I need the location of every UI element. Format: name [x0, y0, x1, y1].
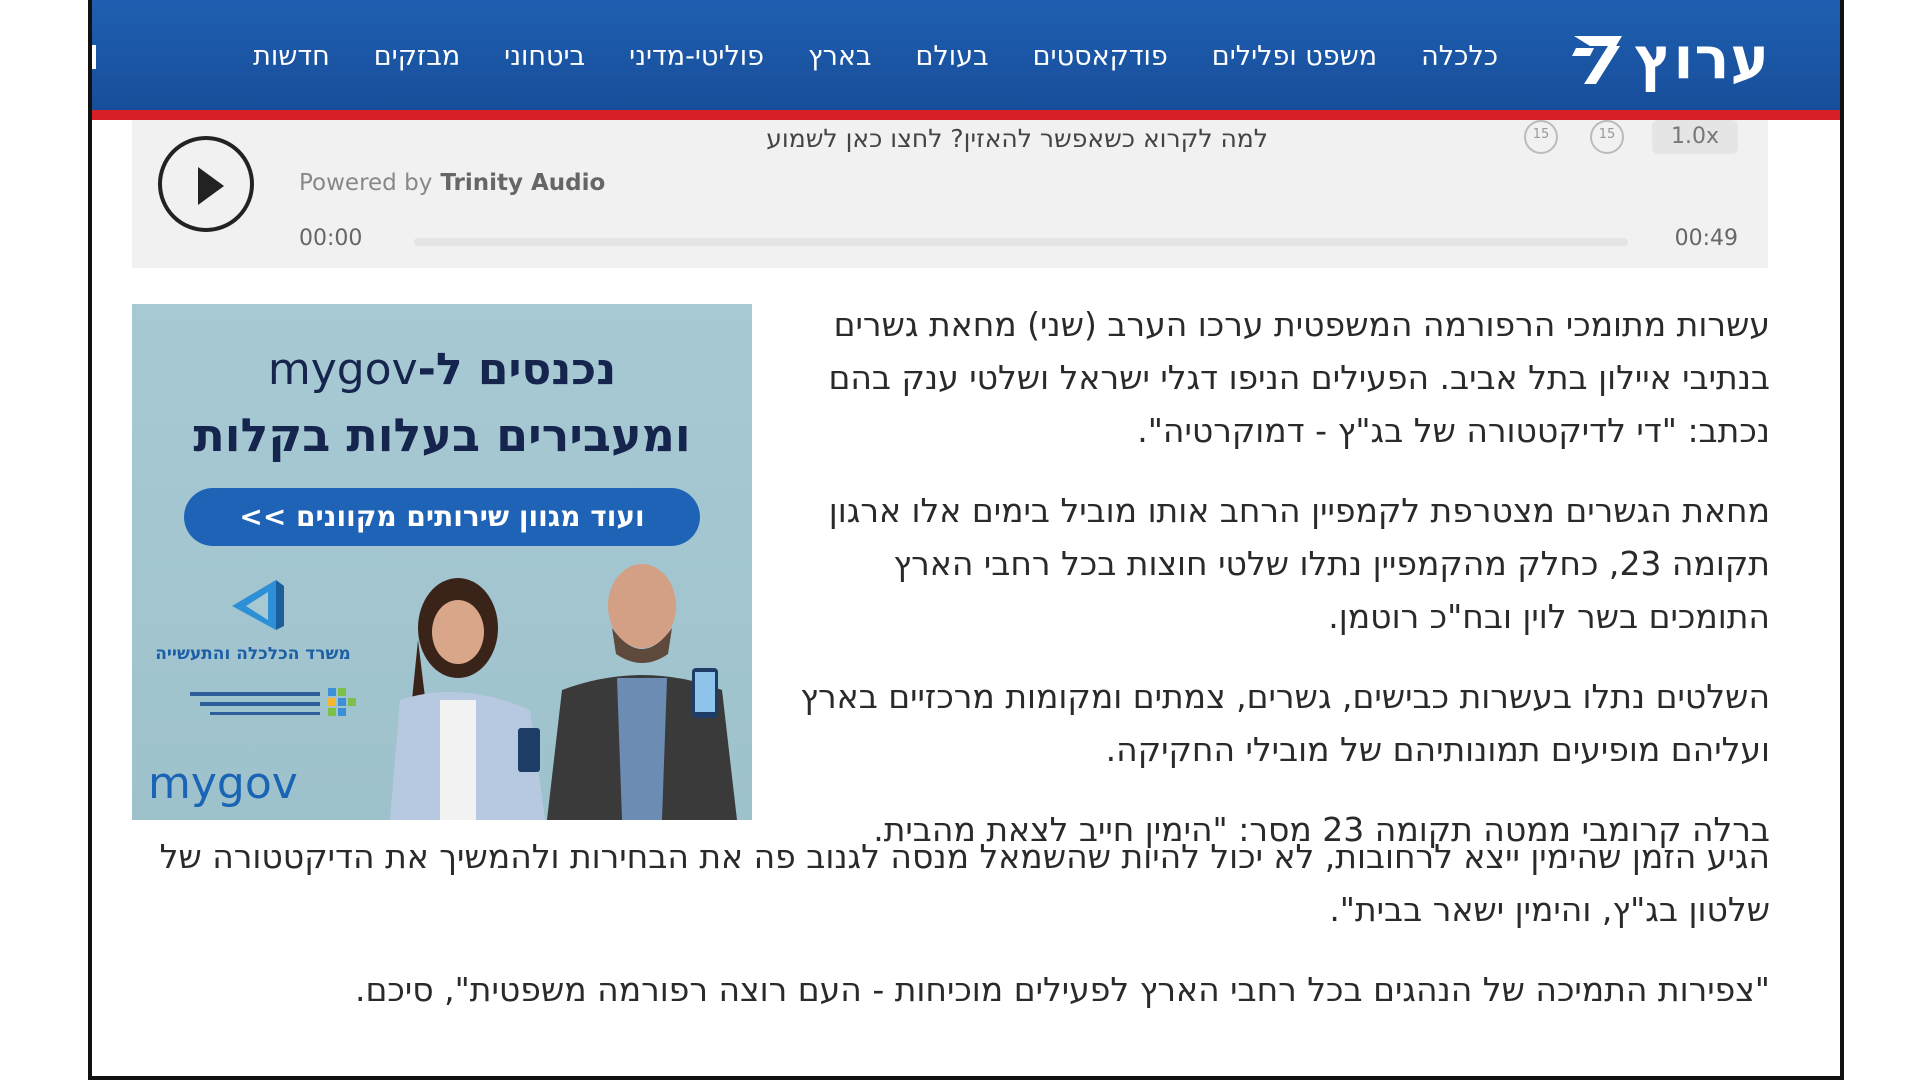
nav-item-law-crime[interactable]: משפט ופלילים [1212, 41, 1377, 72]
article-paragraph: מחאת הגשרים מצטרפת לקמפיין הרחב אותו מוב… [828, 491, 1770, 636]
site-logo[interactable]: ערוץ [1564, 18, 1770, 98]
ad-person-woman [390, 578, 545, 820]
nav-item-politics[interactable]: פוליטי-מדיני [629, 41, 764, 72]
site-header: ערוץ חדשות מבזקים ביטחוני פוליטי-מדיני ב… [92, 0, 1840, 120]
logo-text: ערוץ [1634, 24, 1770, 92]
playback-speed-button[interactable]: 1.0x [1652, 120, 1738, 154]
nav-item-flashes[interactable]: מבזקים [374, 41, 460, 72]
nav-item-security[interactable]: ביטחוני [504, 41, 585, 72]
article-paragraph: השלטים נתלו בעשרות כבישים, גשרים, צמתים … [800, 677, 1770, 769]
ad-headline-1: נכנסים ל-mygov [132, 344, 752, 395]
duration: 00:49 [1674, 226, 1738, 251]
ad-person-man [547, 564, 737, 820]
nav-item-world[interactable]: בעולם [915, 41, 988, 72]
ad-ministry-name: משרד הכלכלה והתעשייה [155, 644, 351, 664]
article-paragraph: "צפירות התמיכה של הנהגים בכל רחבי הארץ ל… [355, 970, 1770, 1009]
ministry-logo-icon [232, 580, 284, 630]
browser-frame: ערוץ חדשות מבזקים ביטחוני פוליטי-מדיני ב… [88, 0, 1844, 1080]
article-paragraph: הגיע הזמן שהימין ייצא לרחובות, לא יכול ל… [159, 837, 1770, 929]
nav-item-local[interactable]: בארץ [808, 41, 871, 72]
powered-by-label: Powered by [299, 170, 433, 196]
ad-cta-button[interactable]: ועוד מגוון שירותים מקוונים >> [184, 488, 700, 546]
provider-name[interactable]: Trinity Audio [440, 170, 605, 196]
powered-by: Powered by Trinity Audio [299, 170, 605, 196]
main-nav: חדשות מבזקים ביטחוני פוליטי-מדיני בארץ ב… [253, 26, 1498, 86]
article-paragraph: עשרות מתומכי הרפורמה המשפטית ערכו הערב (… [828, 305, 1770, 450]
play-icon[interactable] [158, 136, 254, 232]
nav-overflow-edge [92, 45, 96, 69]
digital-agency-logo-icon [190, 688, 356, 716]
audio-cta[interactable]: למה לקרוא כשאפשר להאזין? לחצו כאן לשמוע [766, 124, 1268, 153]
forward-icon[interactable]: 15 [1590, 120, 1624, 154]
rewind-icon[interactable]: 15 [1524, 120, 1558, 154]
article-body-continued: הגיע הזמן שהימין ייצא לרחובות, לא יכול ל… [130, 830, 1770, 1043]
ad-headline-2: ומעבירים בעלות בקלות [193, 408, 691, 462]
ad-headline-text: נכנסים ל- [417, 344, 617, 395]
advertisement-banner[interactable]: נכנסים ל-mygov ומעבירים בעלות בקלות ועוד… [132, 304, 752, 820]
nav-item-economy[interactable]: כלכלה [1421, 41, 1498, 72]
article-body: עשרות מתומכי הרפורמה המשפטית ערכו הערב (… [790, 298, 1770, 856]
audio-progress-track[interactable] [414, 238, 1628, 246]
ad-brand-footer: mygov [148, 758, 298, 809]
ad-headline-brand: mygov [267, 344, 418, 395]
channel-14-logo-icon [1572, 36, 1623, 84]
nav-item-news[interactable]: חדשות [253, 41, 330, 72]
current-time: 00:00 [299, 226, 363, 251]
audio-player: למה לקרוא כשאפשר להאזין? לחצו כאן לשמוע … [132, 120, 1768, 268]
nav-item-podcasts[interactable]: פודקאסטים [1033, 41, 1168, 72]
